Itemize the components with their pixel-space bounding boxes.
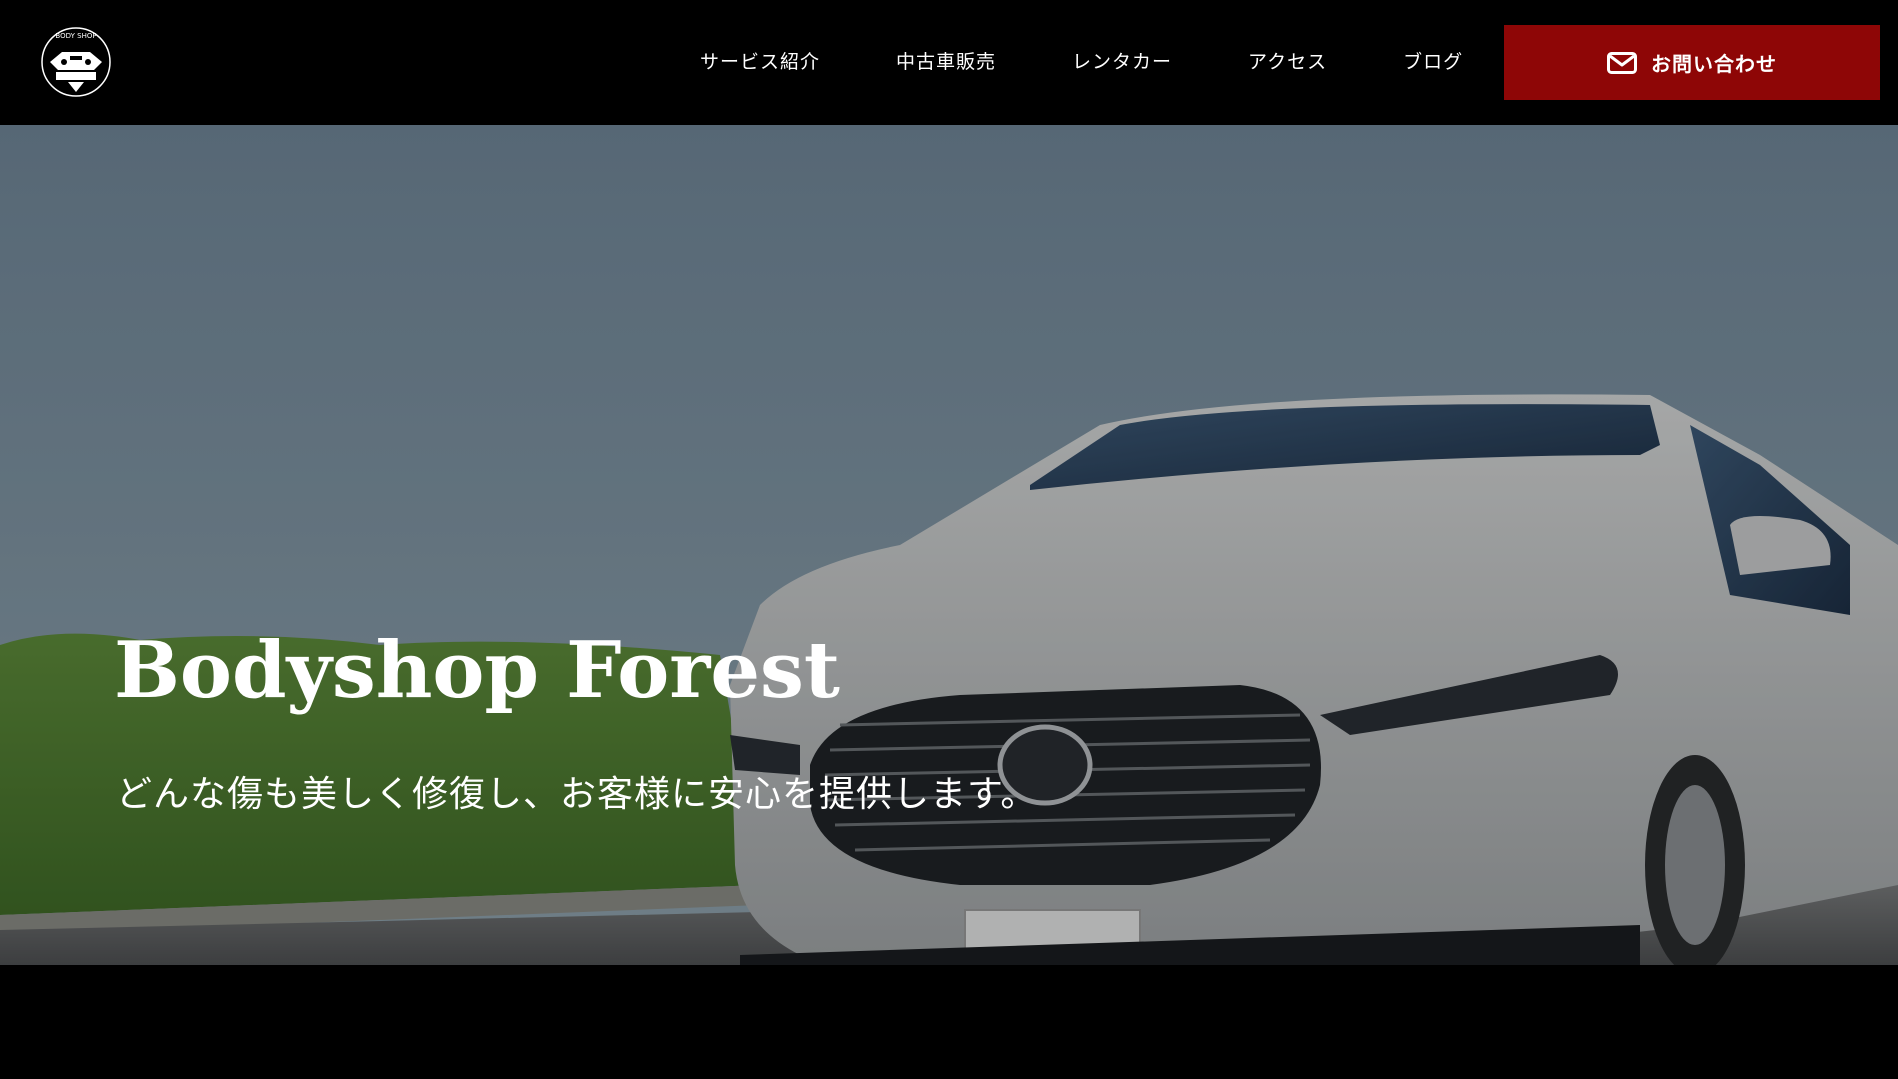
nav-item-used-cars[interactable]: 中古車販売 xyxy=(896,47,996,74)
contact-button-label: お問い合わせ xyxy=(1651,52,1777,76)
site-header: BODY SHOP サービス紹介 中古車販売 レンタカー アクセス ブログ お問… xyxy=(0,0,1898,125)
logo-graphic: BODY SHOP xyxy=(41,27,111,97)
nav-item-rental[interactable]: レンタカー xyxy=(1072,47,1172,74)
nav-item-services[interactable]: サービス紹介 xyxy=(700,47,820,74)
bottom-band xyxy=(0,965,1898,1079)
nav-item-blog[interactable]: ブログ xyxy=(1403,47,1463,74)
logo-text: BODY SHOP xyxy=(55,32,96,40)
main-nav: サービス紹介 中古車販売 レンタカー アクセス ブログ xyxy=(700,40,1463,80)
nav-item-access[interactable]: アクセス xyxy=(1248,47,1327,74)
page: BODY SHOP サービス紹介 中古車販売 レンタカー アクセス ブログ お問… xyxy=(0,0,1898,1079)
mail-icon xyxy=(1607,51,1637,74)
contact-button[interactable]: お問い合わせ xyxy=(1504,25,1880,100)
hero-subtitle: どんな傷も美しく修復し、お客様に安心を提供します。 xyxy=(116,774,1038,815)
hero-photo xyxy=(0,125,1898,965)
hero-section: Bodyshop Forest どんな傷も美しく修復し、お客様に安心を提供します… xyxy=(0,125,1898,965)
bodyshop-logo-icon[interactable]: BODY SHOP xyxy=(36,22,116,102)
hero-title: Bodyshop Forest xyxy=(114,625,840,716)
